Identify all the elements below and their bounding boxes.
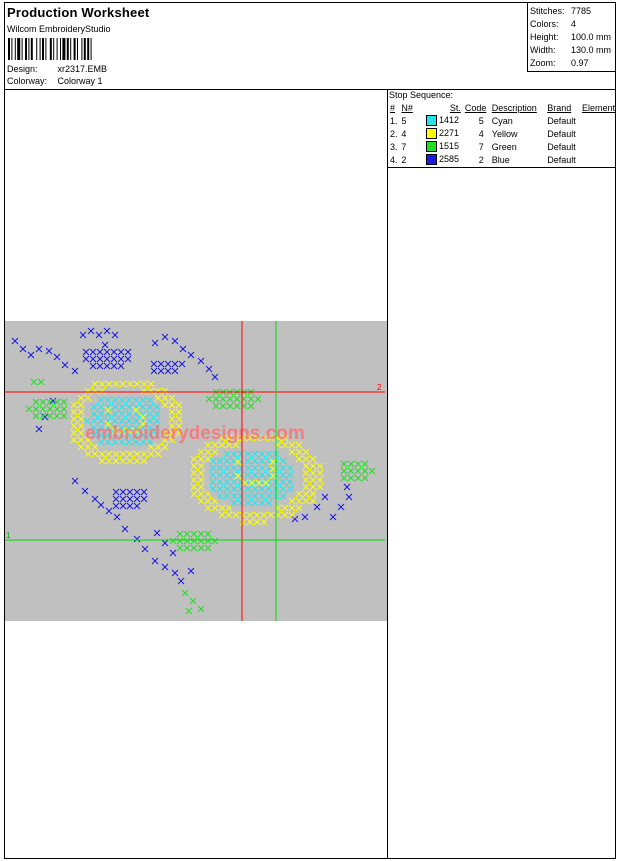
stat-value: 0.97: [571, 58, 589, 68]
design-row: Design: xr2317.EMB: [7, 64, 107, 74]
stat-value: 7785: [571, 6, 592, 16]
row-index: 1.: [390, 115, 398, 126]
marker-1: 1: [6, 531, 11, 540]
color-swatch: [426, 141, 438, 153]
watermark: embroiderydesigns.com: [85, 423, 305, 444]
needle-number: 7: [401, 141, 407, 152]
stitch-count: 1515: [424, 140, 463, 153]
color-code: 2: [478, 154, 484, 165]
stop-sequence-title: Stop Sequence:: [389, 90, 454, 100]
table-row: 2. 4 2271 4 Yellow Default: [388, 127, 615, 140]
color-swatch: [426, 154, 438, 166]
design-value: xr2317.EMB: [57, 64, 108, 74]
needle-number: 2: [401, 154, 407, 165]
color-description: Yellow: [491, 128, 518, 139]
stop-sequence-table: # N# St. Code Description Brand Element …: [388, 101, 615, 166]
needle-number: 4: [401, 128, 407, 139]
stat-label: Stitches:: [530, 6, 565, 16]
color-description: Green: [491, 141, 517, 152]
software-name: Wilcom EmbroideryStudio: [7, 24, 111, 34]
stat-label: Height:: [530, 32, 559, 42]
design-label: Design:: [7, 64, 38, 74]
row-index: 3.: [390, 141, 398, 152]
color-swatch: [426, 115, 438, 127]
design-preview: embroiderydesigns.com 2 1: [5, 321, 387, 621]
color-code: 5: [478, 115, 484, 126]
needle-number: 5: [401, 115, 407, 126]
stat-value: 130.0 mm: [571, 45, 612, 55]
stitch-count-value: 2585: [439, 153, 460, 164]
marker-2: 2: [377, 383, 382, 392]
stat-height: Height: 100.0 mm: [530, 32, 611, 42]
stat-value: 100.0 mm: [571, 32, 612, 42]
stats-box: Stitches: 7785 Colors: 4 Height: 100.0 mm W…: [527, 3, 616, 72]
col-header-needle: N#: [401, 102, 413, 113]
stat-stitches: Stitches: 7785: [530, 6, 591, 16]
color-description: Cyan: [491, 115, 513, 126]
stop-sequence: Stop Sequence: # N# St. Code Description…: [388, 89, 615, 168]
table-row: 3. 7 1515 7 Green Default: [388, 140, 615, 153]
page-title: Production Worksheet: [7, 5, 150, 20]
element: [580, 153, 615, 166]
element: [580, 114, 615, 127]
row-index: 4.: [390, 154, 398, 165]
stat-width: Width: 130.0 mm: [530, 45, 611, 55]
stitch-count: 2271: [424, 127, 463, 140]
stitch-count-value: 2271: [439, 127, 460, 138]
colorway-row: Colorway: Colorway 1: [7, 76, 103, 86]
stat-value: 4: [571, 19, 577, 29]
stat-label: Zoom:: [530, 58, 556, 68]
brand: Default: [547, 141, 576, 152]
colorway-value: Colorway 1: [57, 76, 103, 86]
col-header-description: Description: [491, 102, 537, 113]
brand: Default: [547, 154, 576, 165]
row-index: 2.: [390, 128, 398, 139]
stitch-count-value: 1412: [439, 114, 460, 125]
stitch-count-value: 1515: [439, 140, 460, 151]
stat-label: Width:: [530, 45, 556, 55]
element: [580, 140, 615, 153]
header: Production Worksheet Wilcom EmbroiderySt…: [5, 3, 616, 90]
col-header-stitches: St.: [449, 102, 461, 113]
barcode: [8, 38, 92, 60]
element: [580, 127, 615, 140]
col-header-element: Element: [581, 102, 615, 113]
col-header-brand: Brand: [547, 102, 572, 113]
stat-zoom: Zoom: 0.97: [530, 58, 589, 68]
brand: Default: [547, 115, 576, 126]
column-divider: [387, 89, 388, 858]
table-row: 4. 2 2585 2 Blue Default: [388, 153, 615, 166]
color-code: 4: [478, 128, 484, 139]
col-header-index: #: [390, 102, 396, 113]
colorway-label: Colorway:: [7, 76, 48, 86]
color-code: 7: [478, 141, 484, 152]
table-row: 1. 5 1412 5 Cyan Default: [388, 114, 615, 127]
worksheet: Production Worksheet Wilcom EmbroiderySt…: [4, 2, 616, 859]
stitch-count: 2585: [424, 153, 463, 166]
stat-colors: Colors: 4: [530, 19, 576, 29]
color-description: Blue: [491, 154, 510, 165]
col-header-code: Code: [464, 102, 487, 113]
table-header-row: # N# St. Code Description Brand Element: [388, 101, 615, 114]
brand: Default: [547, 128, 576, 139]
color-swatch: [426, 128, 438, 140]
stat-label: Colors:: [530, 19, 559, 29]
stitch-count: 1412: [424, 114, 463, 127]
